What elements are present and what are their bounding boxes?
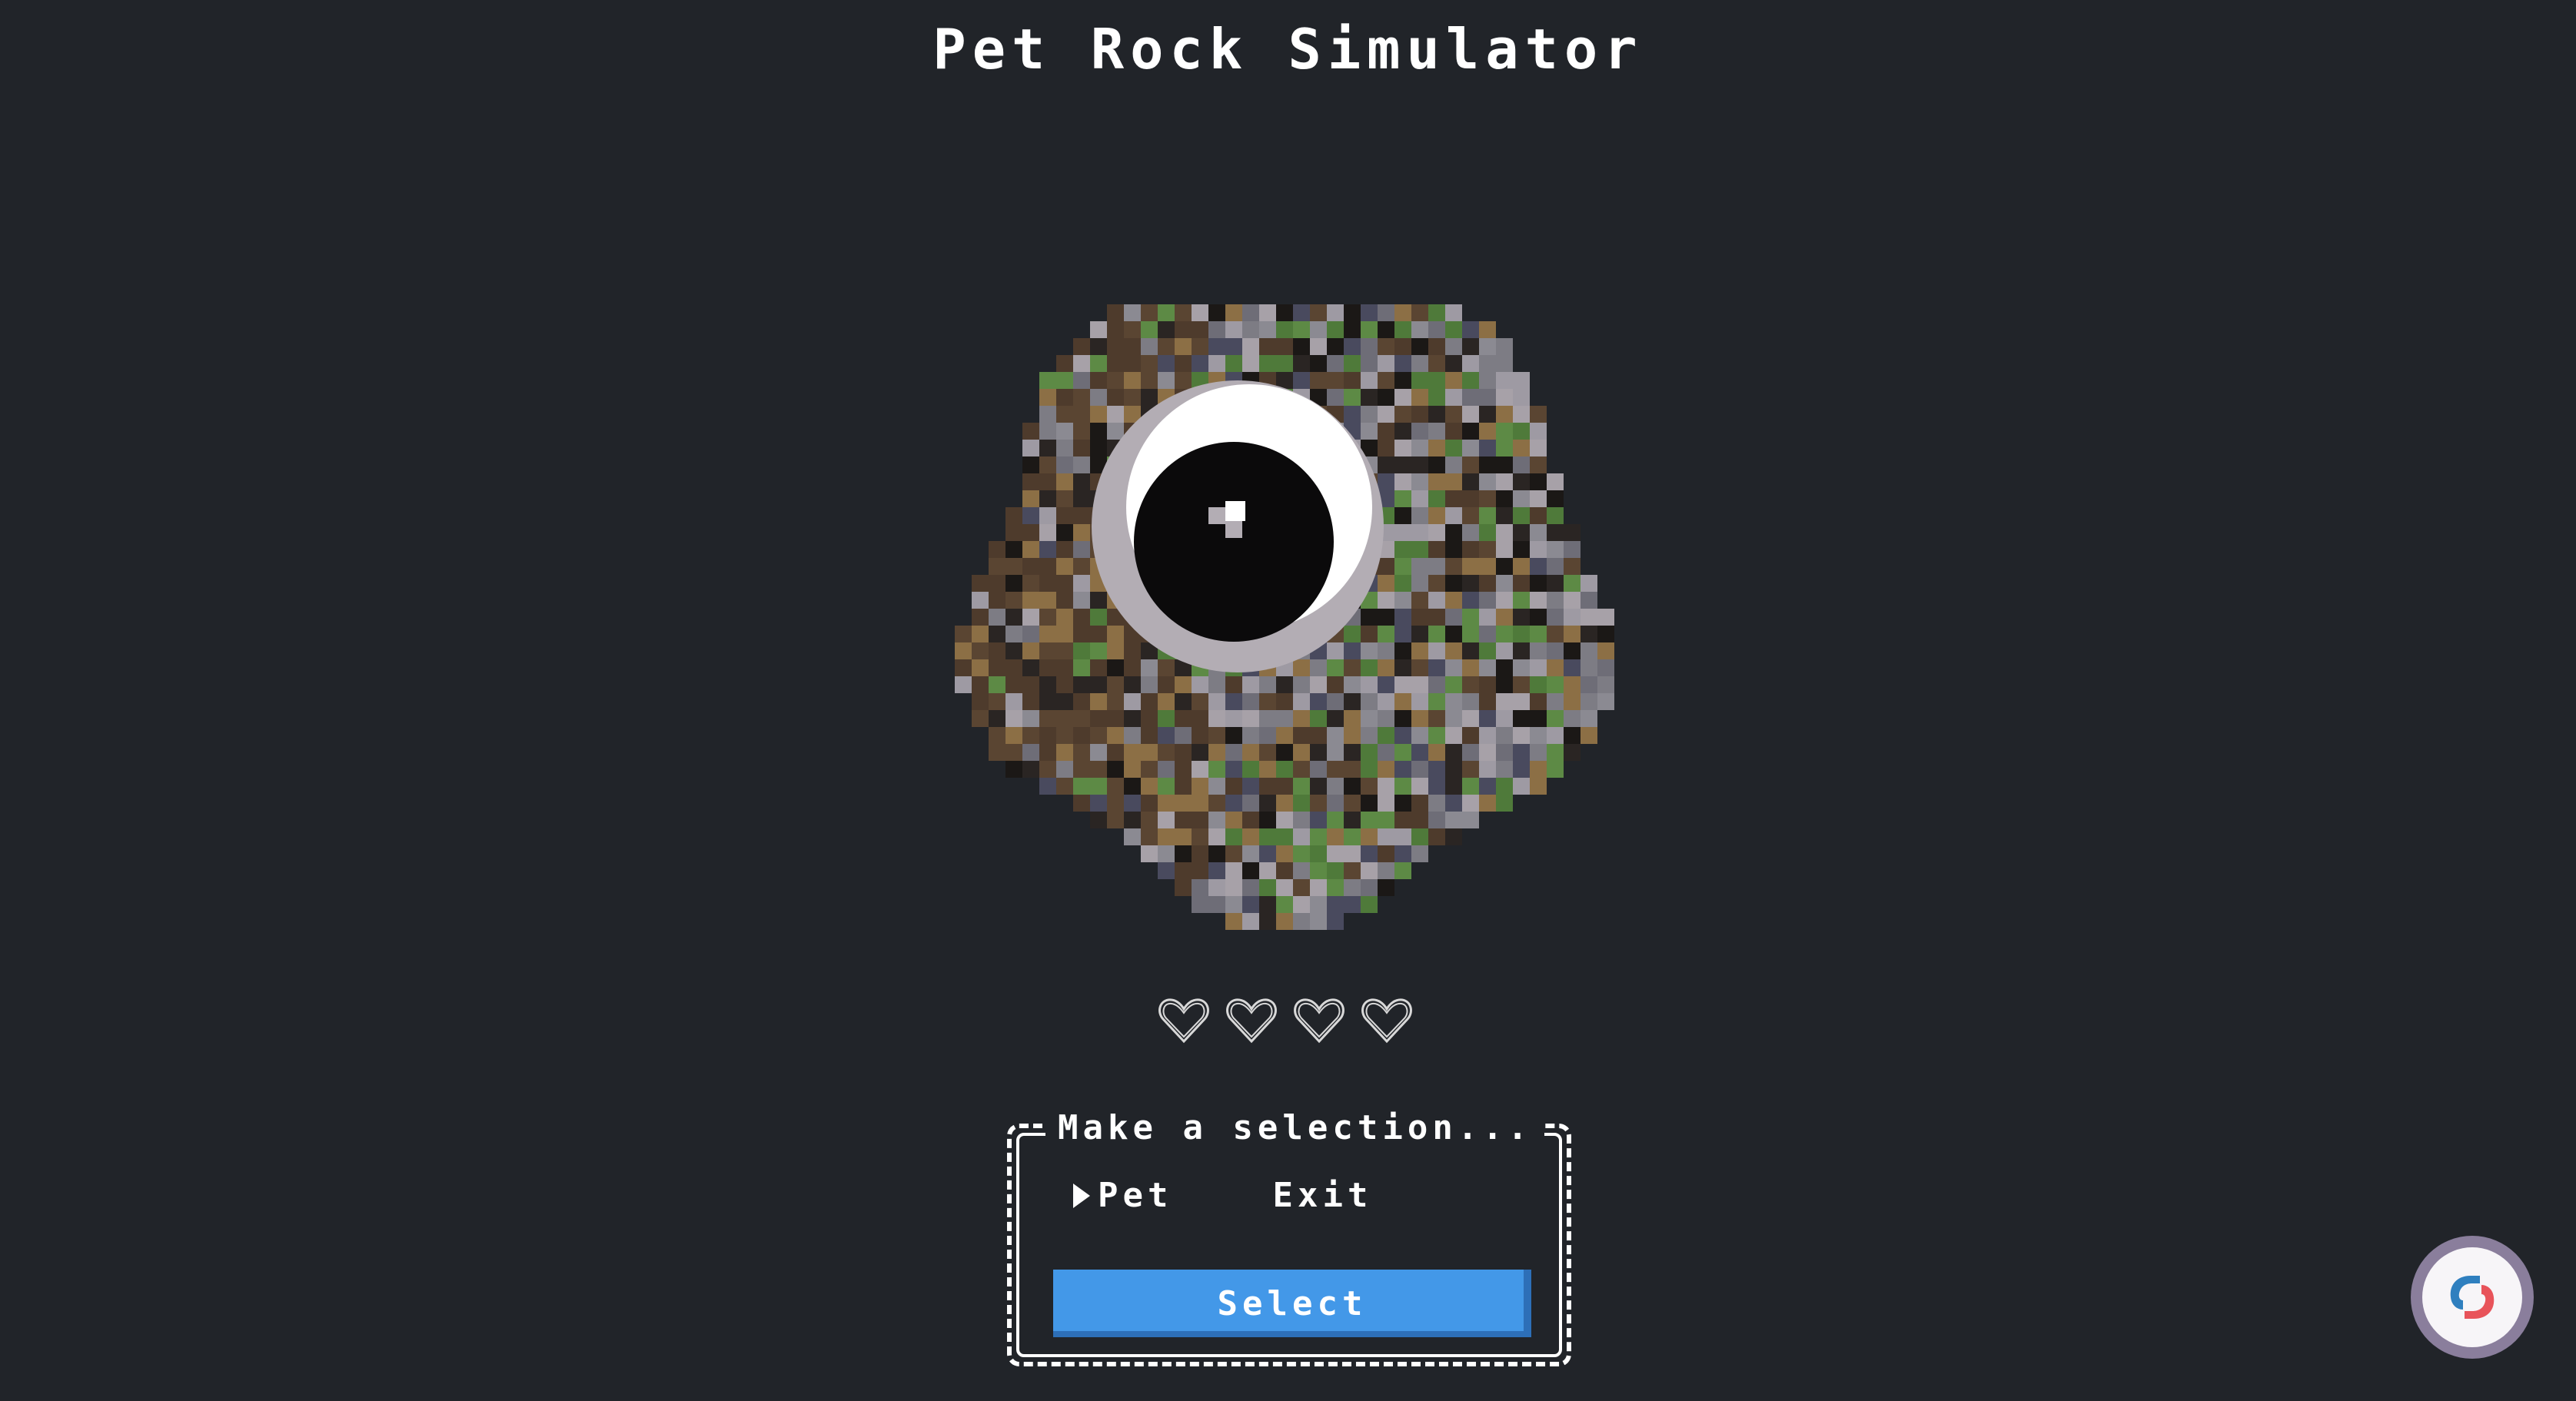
heart-outline-icon — [1158, 998, 1209, 1044]
menu-option-label: Exit — [1272, 1176, 1373, 1215]
rock-eye-icon — [1092, 380, 1384, 672]
chat-support-icon — [2422, 1247, 2522, 1347]
menu-prompt: Make a selection... — [1045, 1108, 1545, 1147]
page-title: Pet Rock Simulator — [932, 17, 1644, 81]
select-button[interactable]: Select — [1053, 1270, 1531, 1337]
menu-option-label: Pet — [1098, 1176, 1173, 1215]
pet-rock-icon — [955, 304, 1614, 930]
menu-options: Pet Exit — [1073, 1176, 1372, 1215]
menu-option-pet[interactable]: Pet — [1073, 1176, 1172, 1215]
affection-hearts — [1157, 994, 1414, 1055]
menu-option-exit[interactable]: Exit — [1272, 1176, 1372, 1215]
heart-outline-icon — [1226, 998, 1277, 1044]
selection-cursor-icon — [1073, 1183, 1090, 1208]
action-menu: Make a selection... Pet Exit Select — [1007, 1108, 1571, 1366]
heart-outline-icon — [1361, 998, 1412, 1044]
chat-support-button[interactable] — [2411, 1236, 2534, 1359]
heart-outline-icon — [1294, 998, 1345, 1044]
pet-rock-sprite[interactable] — [938, 254, 1637, 945]
